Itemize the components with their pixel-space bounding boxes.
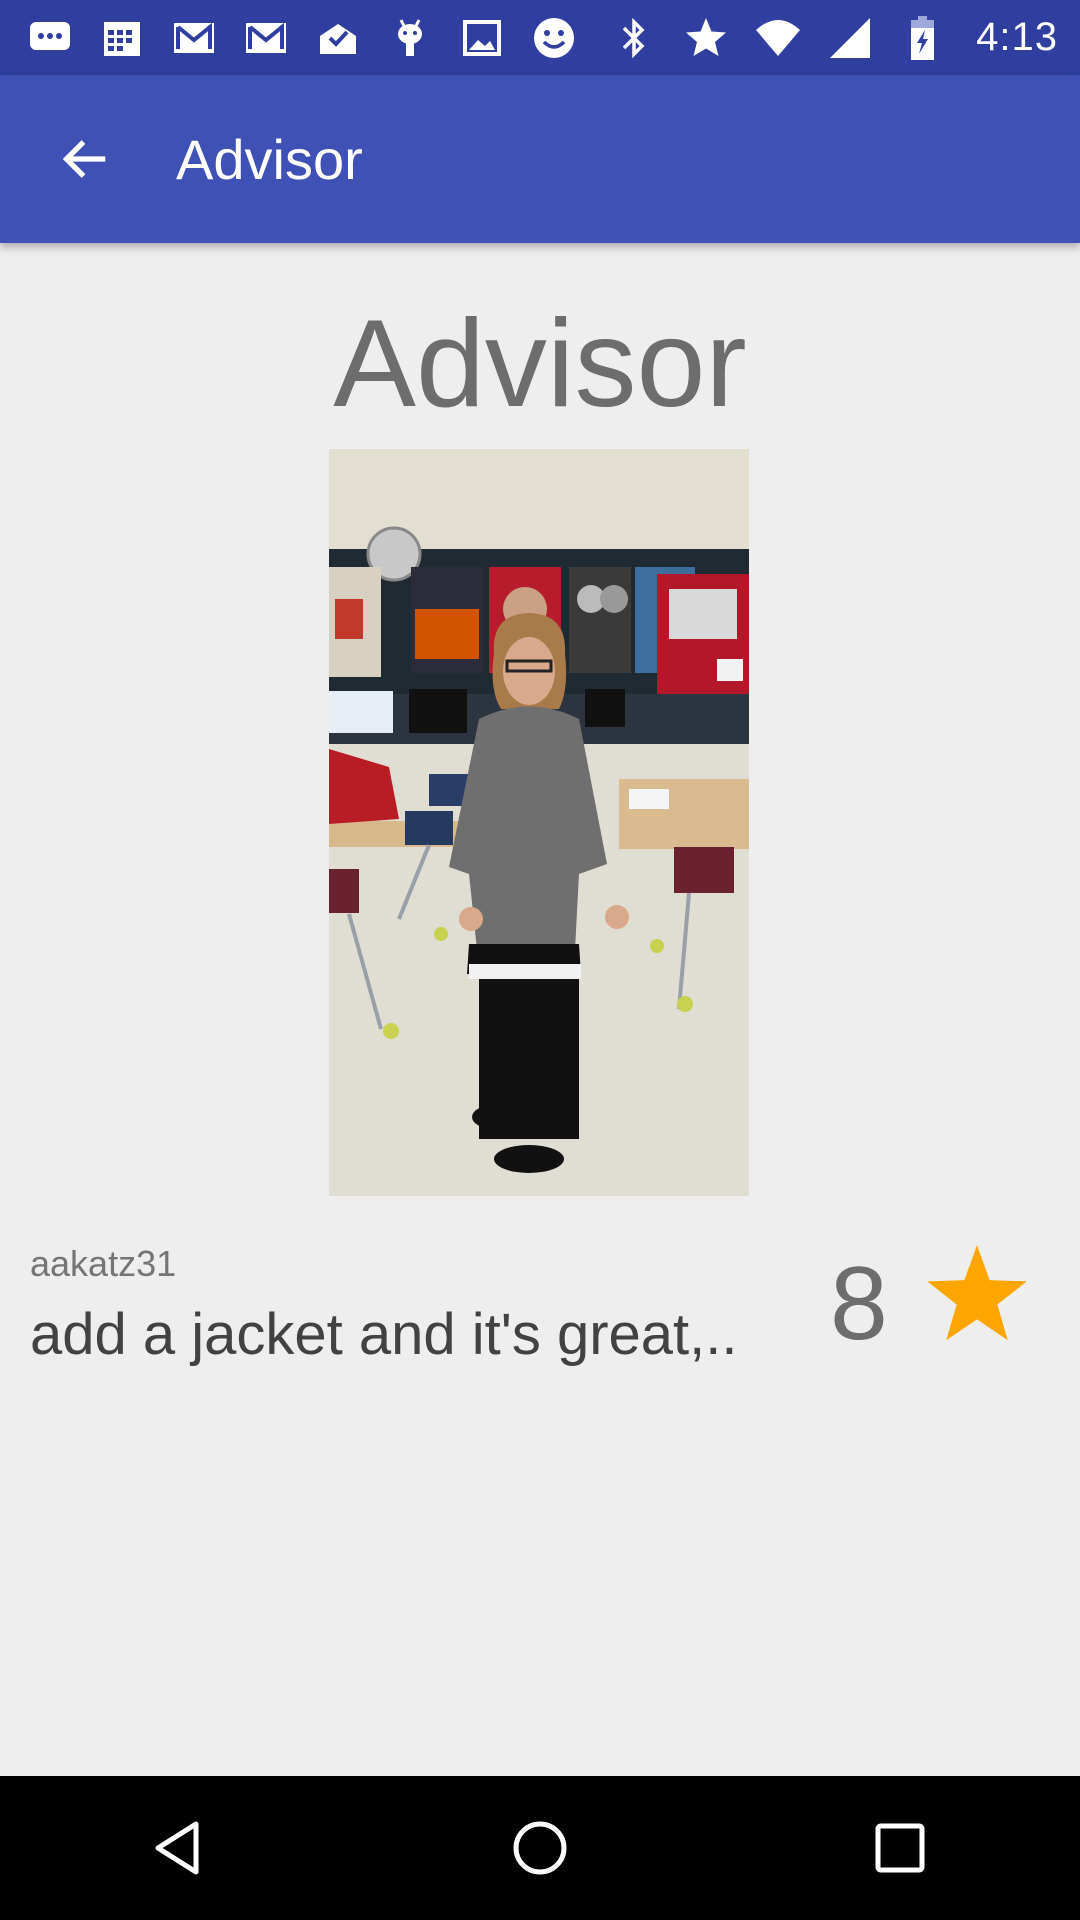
rating-score: 8 xyxy=(830,1246,888,1362)
system-icons: 4:13 xyxy=(610,14,1058,62)
comment-username: aakatz31 xyxy=(30,1243,177,1284)
nav-home-icon xyxy=(513,1821,567,1875)
nav-recents-button[interactable] xyxy=(840,1788,960,1908)
bluetooth-icon xyxy=(610,14,658,62)
wifi-icon xyxy=(754,14,802,62)
nav-back-icon xyxy=(155,1821,199,1875)
android-debug-icon xyxy=(386,14,434,62)
status-bar: 4:13 xyxy=(0,0,1080,75)
navigation-bar xyxy=(0,1776,1080,1920)
app-bar-title: Advisor xyxy=(176,127,363,191)
nav-back-button[interactable] xyxy=(120,1788,240,1908)
messaging-icon xyxy=(26,14,74,62)
inbox-icon xyxy=(314,14,362,62)
gallery-icon xyxy=(458,14,506,62)
calendar-icon xyxy=(98,14,146,62)
status-time: 4:13 xyxy=(976,15,1058,59)
advisor-photo[interactable] xyxy=(329,449,749,1196)
nav-recents-icon xyxy=(875,1823,925,1873)
arrow-back-icon xyxy=(62,140,106,178)
nav-home-button[interactable] xyxy=(480,1788,600,1908)
screen: 4:13 Advisor Advisor aakatz31 add a jack… xyxy=(0,0,1080,1920)
back-button[interactable] xyxy=(28,103,140,215)
comment-text: add a jacket and it's great,.. xyxy=(30,1302,738,1367)
app-bar: Advisor xyxy=(0,75,1080,243)
star-icon[interactable] xyxy=(922,1243,1032,1347)
page-heading: Advisor xyxy=(333,295,747,433)
battery-charging-icon xyxy=(898,14,946,62)
notification-icons xyxy=(26,14,578,62)
advisor-photo-image xyxy=(329,449,749,1196)
smiley-icon xyxy=(530,14,578,62)
gmail-icon xyxy=(242,14,290,62)
main-content: Advisor aakatz31 add a jacket and it's g… xyxy=(0,243,1080,1776)
gmail-icon xyxy=(170,14,218,62)
star-icon xyxy=(682,14,730,62)
cell-signal-icon xyxy=(826,14,874,62)
